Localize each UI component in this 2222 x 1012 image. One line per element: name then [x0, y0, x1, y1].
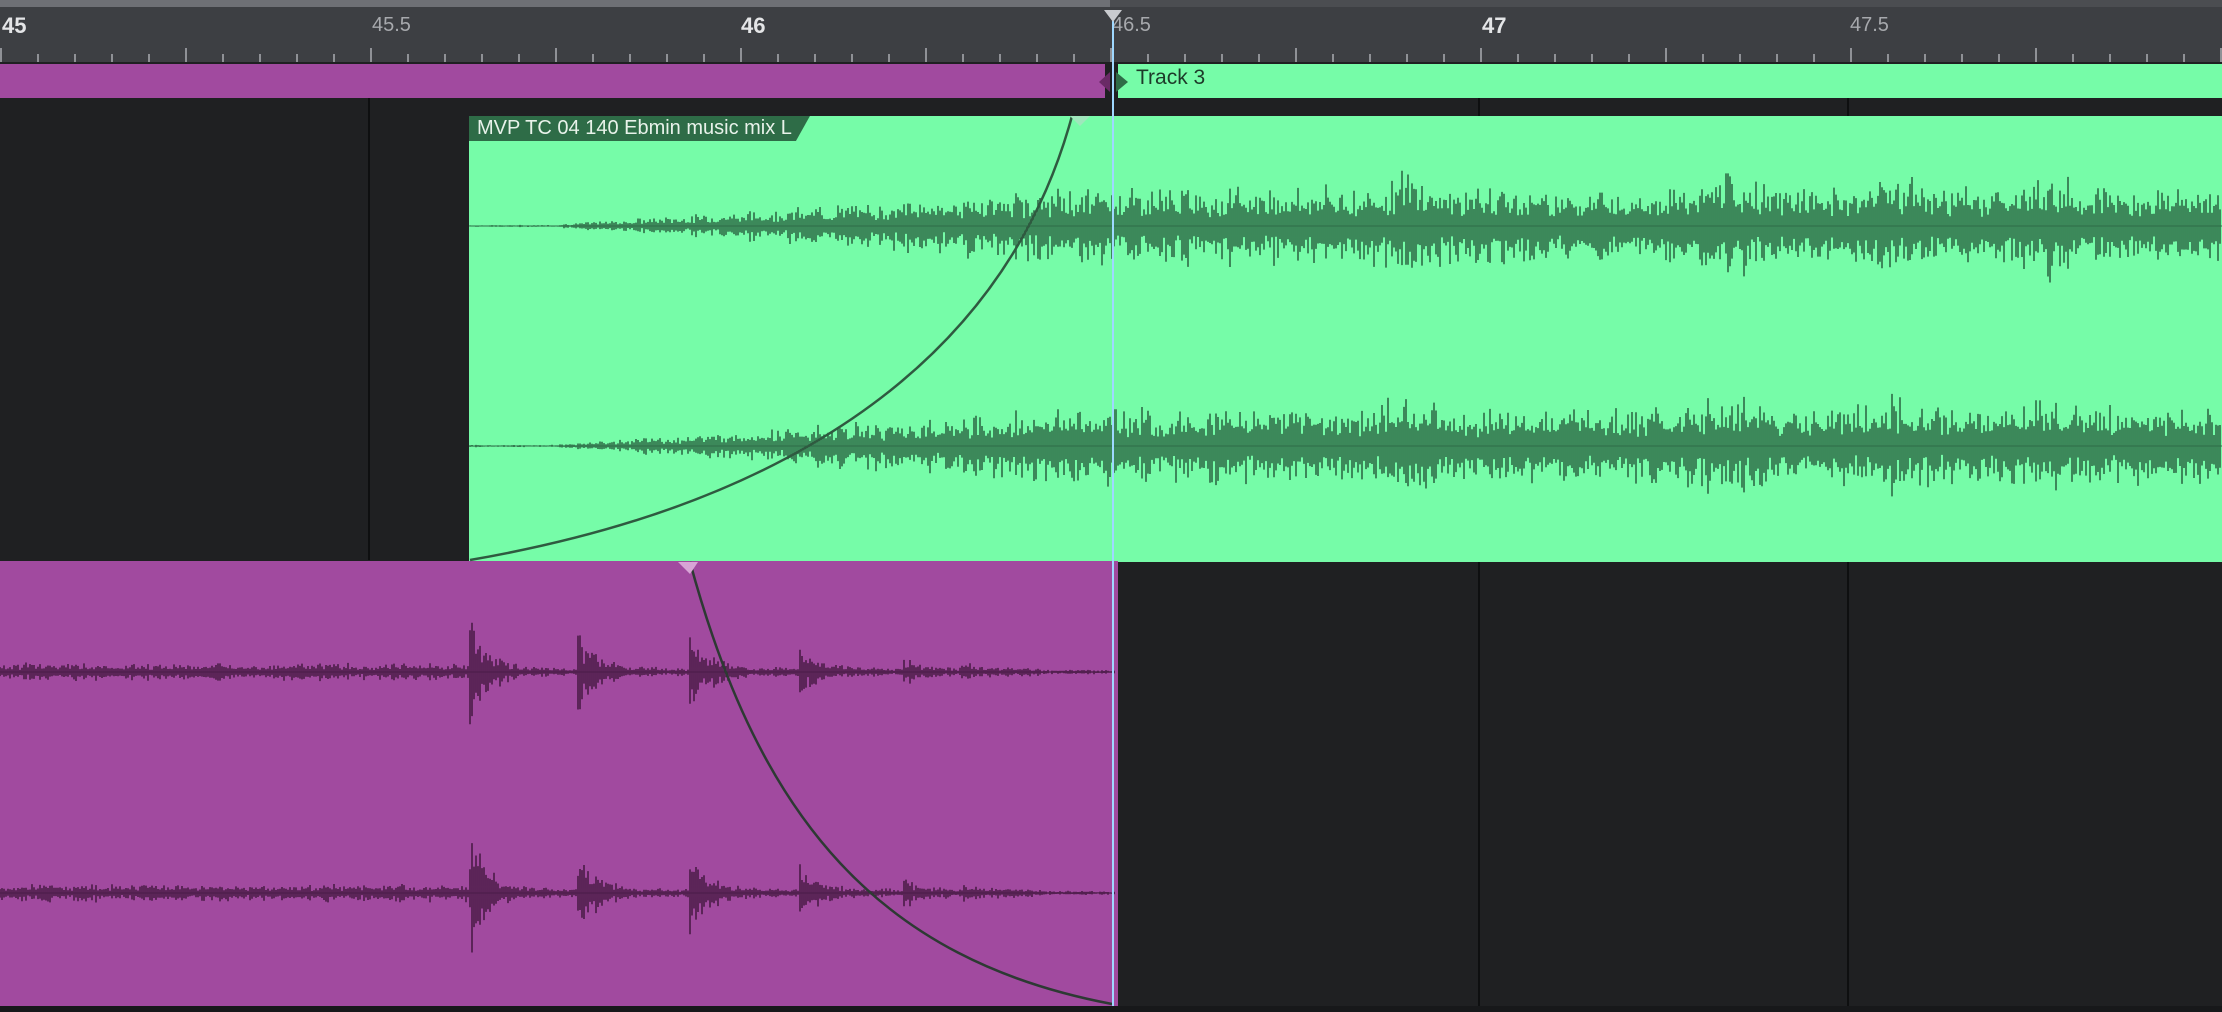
waveform-channel: [469, 170, 2221, 283]
clip-overlay: [0, 10, 2222, 1008]
playhead-handle-right[interactable]: [1116, 72, 1128, 92]
purple-clip-waveform: [0, 622, 1115, 953]
fade-in-handle[interactable]: [1070, 116, 1090, 126]
waveform-channel: [469, 393, 2221, 497]
fade-in-curve[interactable]: [469, 115, 1074, 562]
playhead-handle-left[interactable]: [1099, 72, 1110, 92]
waveform-channel: [0, 622, 1115, 725]
green-clip-waveform: [469, 170, 2222, 497]
playhead-top-marker: [1104, 10, 1122, 22]
fade-out-handle[interactable]: [678, 562, 698, 574]
waveform-channel: [0, 843, 1115, 953]
clip-name-label[interactable]: MVP TC 04 140 Ebmin music mix L: [469, 116, 810, 141]
track-bottom-edge: [0, 1006, 2222, 1012]
fade-out-curve[interactable]: [688, 561, 1113, 1006]
